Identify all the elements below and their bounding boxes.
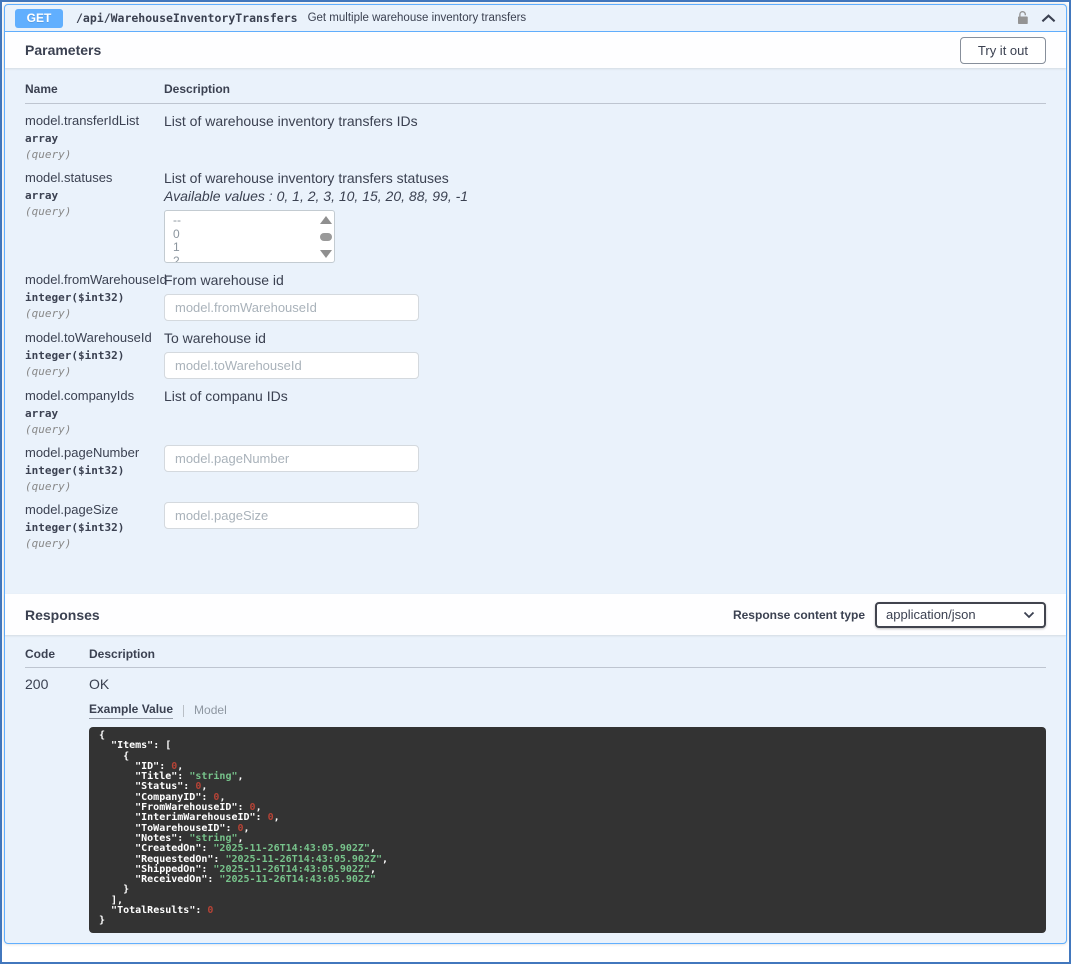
parameter-row: model.fromWarehouseId integer($int32) (q… (25, 263, 1046, 321)
scroll-down-icon[interactable] (319, 250, 332, 258)
chevron-down-icon (1023, 611, 1035, 618)
auth-lock-button[interactable] (1015, 10, 1030, 26)
parameters-title: Parameters (25, 42, 102, 58)
col-header-name: Name (25, 82, 58, 96)
parameter-name: model.pageNumber (25, 445, 140, 460)
response-code: 200 (25, 676, 49, 692)
parameter-name: model.transferIdList (25, 113, 140, 128)
example-model-tabs: Example Value Model (89, 702, 1046, 719)
parameter-row: model.transferIdList array (query) List … (25, 104, 1046, 161)
col-header-description: Description (164, 82, 231, 96)
model.pageSize-input[interactable] (164, 502, 419, 529)
parameter-row: model.pageSize integer($int32) (query) (25, 493, 1046, 550)
endpoint-path: /api/WarehouseInventoryTransfers (76, 11, 298, 25)
listbox-option[interactable]: -- (165, 213, 334, 228)
listbox-option[interactable]: 2 (165, 254, 334, 262)
try-it-out-button[interactable]: Try it out (959, 36, 1046, 64)
col-header-resp-description: Description (89, 647, 156, 661)
parameter-location: (query) (25, 423, 72, 436)
parameter-type: array (25, 407, 59, 420)
responses-table: Code Description 200 OK Example Value Mod… (5, 635, 1066, 943)
parameter-location: (query) (25, 307, 72, 320)
parameter-type: integer($int32) (25, 349, 125, 362)
parameter-name: model.statuses (25, 170, 113, 185)
responses-rows: 200 OK Example Value Model { "Items": [ {… (25, 668, 1046, 933)
parameter-type: integer($int32) (25, 464, 125, 477)
endpoint-summary-text: Get multiple warehouse inventory transfe… (307, 12, 527, 24)
parameter-name: model.pageSize (25, 502, 119, 517)
parameter-location: (query) (25, 148, 72, 161)
tab-model[interactable]: Model (194, 703, 227, 719)
model.toWarehouseId-input[interactable] (164, 352, 419, 379)
response-content-type-select[interactable]: application/json (875, 601, 1046, 628)
responses-title: Responses (25, 606, 100, 623)
operation-block: GET /api/WarehouseInventoryTransfers Get… (4, 4, 1067, 944)
available-values: Available values : 0, 1, 2, 3, 10, 15, 2… (164, 188, 469, 204)
parameter-name: model.fromWarehouseId (25, 272, 167, 287)
statuses-multiselect[interactable]: --0123 (164, 210, 335, 263)
tab-example-value[interactable]: Example Value (89, 702, 174, 719)
response-content-type-label: Response content type (732, 607, 865, 622)
tab-divider (183, 704, 185, 717)
parameter-description: List of warehouse inventory transfers st… (164, 170, 449, 186)
parameters-table-head: Name Description (25, 68, 1046, 104)
response-content-type-value: application/json (886, 607, 976, 622)
model.fromWarehouseId-input[interactable] (164, 294, 419, 321)
parameter-description: List of warehouse inventory transfers ID… (164, 113, 418, 129)
example-value-codeblock: { "Items": [ { "ID": 0, "Title": "string… (89, 727, 1046, 933)
parameter-description: List of companu IDs (164, 388, 288, 404)
parameter-name: model.companyIds (25, 388, 135, 403)
parameters-table: Name Description model.transferIdList ar… (5, 68, 1066, 594)
http-method-badge: GET (15, 8, 63, 28)
parameter-description: From warehouse id (164, 272, 284, 288)
parameter-row: model.toWarehouseId integer($int32) (que… (25, 321, 1046, 379)
parameter-location: (query) (25, 365, 72, 378)
col-header-code: Code (25, 647, 55, 661)
unlocked-padlock-icon (1018, 11, 1028, 24)
parameter-name: model.toWarehouseId (25, 330, 152, 345)
parameters-rows: model.transferIdList array (query) List … (25, 104, 1046, 550)
parameter-type: array (25, 189, 59, 202)
response-description: OK (89, 676, 110, 692)
scroll-thumb[interactable] (319, 233, 332, 241)
parameter-location: (query) (25, 537, 72, 550)
response-row: 200 OK Example Value Model { "Items": [ {… (25, 668, 1046, 933)
responses-section-header: Responses Response content type applicat… (5, 594, 1066, 635)
parameter-description: To warehouse id (164, 330, 266, 346)
parameter-location: (query) (25, 480, 72, 493)
parameter-location: (query) (25, 205, 72, 218)
operation-summary[interactable]: GET /api/WarehouseInventoryTransfers Get… (5, 5, 1066, 32)
listbox-scrollbar[interactable] (317, 211, 334, 262)
listbox-option[interactable]: 0 (165, 227, 334, 242)
parameter-row: model.companyIds array (query) List of c… (25, 379, 1046, 436)
responses-table-head: Code Description (25, 635, 1046, 668)
parameter-row: model.pageNumber integer($int32) (query) (25, 436, 1046, 493)
collapse-operation-button[interactable] (1041, 13, 1056, 23)
parameters-section-header: Parameters Try it out (5, 32, 1066, 68)
model.pageNumber-input[interactable] (164, 445, 419, 472)
parameter-row: model.statuses array (query) List of war… (25, 161, 1046, 263)
listbox-option[interactable]: 1 (165, 240, 334, 255)
parameter-type: integer($int32) (25, 291, 125, 304)
scroll-up-icon[interactable] (319, 216, 332, 224)
parameter-type: array (25, 132, 59, 145)
chevron-up-icon (1041, 13, 1056, 22)
parameter-type: integer($int32) (25, 521, 125, 534)
